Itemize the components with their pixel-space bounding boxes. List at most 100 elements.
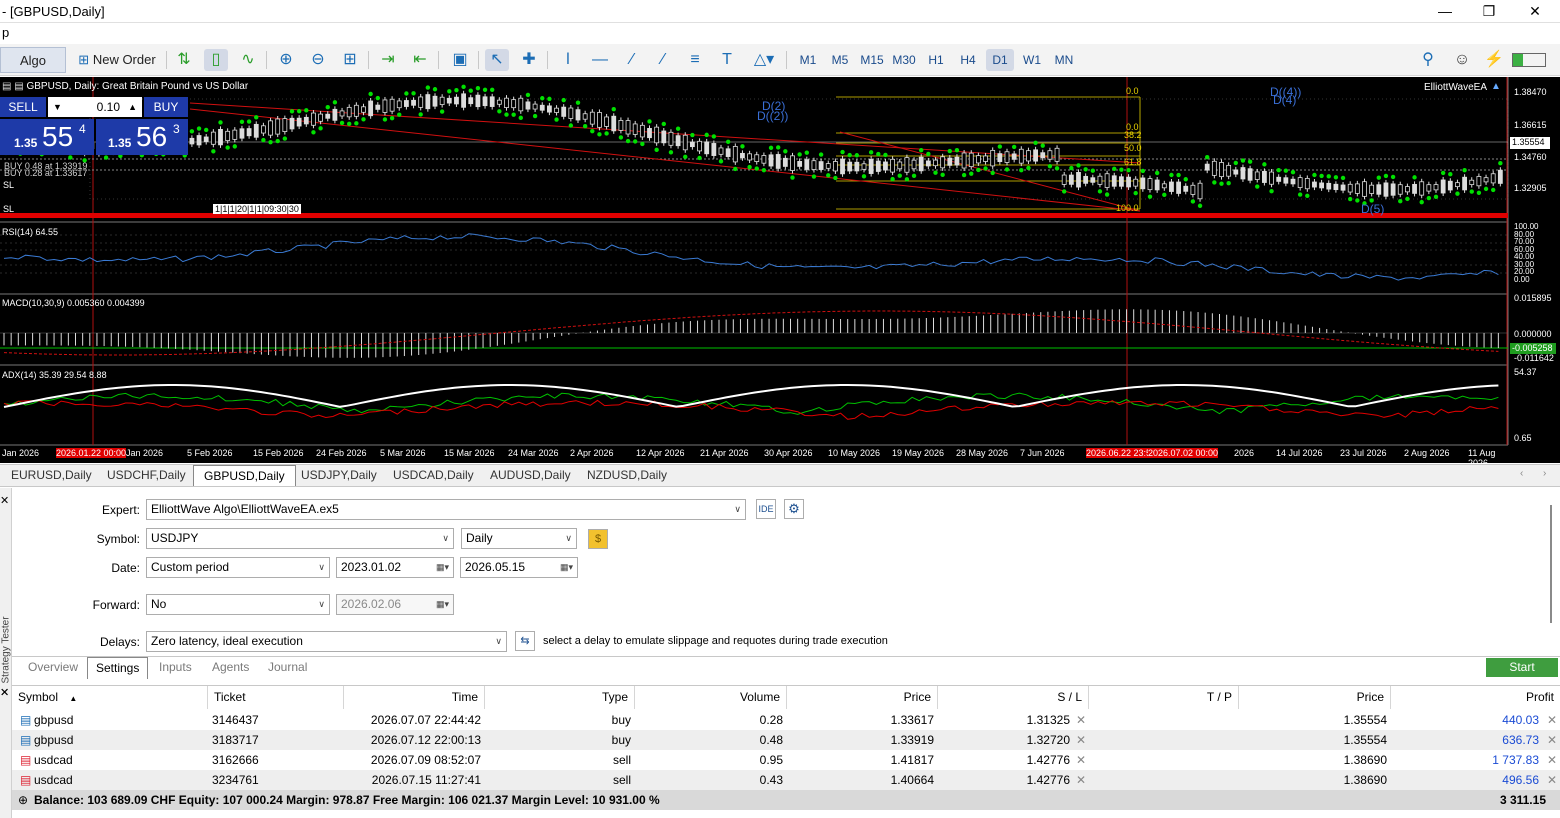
tab-eurusd[interactable]: EURUSD,Daily [11, 468, 92, 482]
new-order-button[interactable]: ⊞ New Order [74, 47, 160, 73]
col-symbol[interactable]: Symbol ▲ [12, 686, 208, 709]
cell-sl[interactable]: 1.31325 [938, 710, 1074, 730]
remove-sl-icon[interactable]: ✕ [1072, 730, 1090, 750]
col-time[interactable]: Time [344, 686, 485, 709]
tab-journal[interactable]: Journal [268, 660, 307, 674]
ide-button[interactable]: IDE [756, 499, 776, 519]
horizontal-line-icon[interactable]: — [588, 49, 612, 71]
tab-settings[interactable]: Settings [87, 657, 149, 679]
start-button[interactable]: Start [1486, 658, 1558, 677]
crosshair-icon[interactable]: ✚ [517, 49, 541, 71]
buy-button[interactable]: BUY [144, 97, 188, 117]
tab-usdchf[interactable]: USDCHF,Daily [107, 468, 186, 482]
cell-sl[interactable]: 1.42776 [938, 770, 1074, 790]
tf-d1[interactable]: D1 [986, 49, 1014, 71]
sliders-icon[interactable]: ⇆ [515, 631, 535, 651]
cell-tp[interactable] [1089, 710, 1239, 730]
forward-select[interactable]: No ∨ [146, 594, 330, 615]
period-select[interactable]: Daily ∨ [461, 528, 577, 549]
close-position-icon[interactable]: ✕ [1543, 750, 1560, 770]
close-panel-icon[interactable]: ✕ [0, 494, 9, 507]
account-icon[interactable]: ☺ [1450, 49, 1474, 71]
fibonacci-icon[interactable]: ≡ [683, 49, 707, 71]
dollar-icon[interactable]: $ [588, 529, 608, 549]
tf-m5[interactable]: M5 [826, 49, 854, 71]
table-row[interactable]: ▤ usdcad 3162666 2026.07.09 08:52:07 sell 0.9… [12, 750, 1560, 770]
cursor-icon[interactable]: ↖ [485, 49, 509, 71]
screenshot-icon[interactable]: ▣ [448, 49, 472, 71]
delays-select[interactable]: Zero latency, ideal execution ∨ [146, 631, 507, 652]
maximize-icon[interactable]: ❐ [1466, 0, 1512, 23]
lot-size-field[interactable]: ▼ 0.10 ▲ [48, 97, 142, 117]
table-row[interactable]: ▤ gbpusd 3146437 2026.07.07 22:44:42 buy 0.28… [12, 710, 1560, 730]
cell-tp[interactable] [1089, 770, 1239, 790]
col-tp[interactable]: T / P [1089, 686, 1239, 709]
tab-usdjpy[interactable]: USDJPY,Daily [301, 468, 377, 482]
zoom-out-icon[interactable]: ⊖ [306, 49, 330, 71]
tab-agents[interactable]: Agents [212, 660, 249, 674]
close-position-icon[interactable]: ✕ [1543, 770, 1560, 790]
table-row[interactable]: ▤ usdcad 3234761 2026.07.15 11:27:41 sell 0.4… [12, 770, 1560, 790]
col-current-price[interactable]: Price [1239, 686, 1391, 709]
tf-h1[interactable]: H1 [922, 49, 950, 71]
cell-sl[interactable]: 1.42776 [938, 750, 1074, 770]
expert-select[interactable]: ElliottWave Algo\ElliottWaveEA.ex5 ∨ [146, 499, 746, 520]
tf-h4[interactable]: H4 [954, 49, 982, 71]
table-row[interactable]: ▤ gbpusd 3183717 2026.07.12 22:00:13 buy 0.48… [12, 730, 1560, 750]
date-to-field[interactable]: 2026.05.15 ▦▾ [460, 557, 578, 578]
tab-overview[interactable]: Overview [28, 660, 78, 674]
tf-w1[interactable]: W1 [1018, 49, 1046, 71]
expand-icon[interactable]: ⊕ [18, 790, 28, 810]
sell-button[interactable]: SELL [0, 97, 46, 117]
close-position-icon[interactable]: ✕ [1543, 710, 1560, 730]
date-from-field[interactable]: 2023.01.02 ▦▾ [336, 557, 454, 578]
remove-sl-icon[interactable]: ✕ [1072, 750, 1090, 770]
remove-sl-icon[interactable]: ✕ [1072, 710, 1090, 730]
zoom-in-icon[interactable]: ⊕ [274, 49, 298, 71]
search-icon[interactable]: ⚲ [1416, 49, 1440, 71]
cell-tp[interactable] [1089, 750, 1239, 770]
scroll-right-icon[interactable]: › [1543, 468, 1546, 479]
tester-scrollbar[interactable] [1547, 505, 1555, 625]
col-sl[interactable]: S / L [938, 686, 1089, 709]
col-type[interactable]: Type [485, 686, 635, 709]
close-panel-icon[interactable]: ✕ [0, 686, 9, 699]
tf-m30[interactable]: M30 [890, 49, 918, 71]
tf-mn[interactable]: MN [1050, 49, 1078, 71]
cell-tp[interactable] [1089, 730, 1239, 750]
trendline-icon[interactable]: ∕ [620, 49, 644, 71]
channel-icon[interactable]: ∕ [651, 49, 675, 71]
date-mode-select[interactable]: Custom period ∨ [146, 557, 330, 578]
remove-sl-icon[interactable]: ✕ [1072, 770, 1090, 790]
chart-window[interactable]: ▤ ▤ GBPUSD, Daily: Great Britain Pound v… [0, 77, 1560, 468]
buy-price-box[interactable]: 1.35 56 3 [96, 119, 188, 155]
menu-item[interactable]: p [2, 25, 9, 40]
scroll-left-icon[interactable]: ‹ [1520, 468, 1523, 479]
line-chart-icon[interactable]: ∿ [236, 49, 260, 71]
candlestick-icon[interactable]: ▯ [204, 49, 228, 71]
col-price[interactable]: Price [787, 686, 938, 709]
sell-price-box[interactable]: 1.35 55 4 [0, 119, 94, 155]
close-position-icon[interactable]: ✕ [1543, 730, 1560, 750]
col-ticket[interactable]: Ticket [208, 686, 344, 709]
symbol-select[interactable]: USDJPY ∨ [146, 528, 454, 549]
vertical-line-icon[interactable]: ǀ [556, 49, 580, 71]
grid-icon[interactable]: ⊞ [338, 49, 362, 71]
tab-audusd[interactable]: AUDUSD,Daily [490, 468, 571, 482]
tf-m15[interactable]: M15 [858, 49, 886, 71]
signal-icon[interactable]: ⚡ [1482, 49, 1506, 71]
tab-nzdusd[interactable]: NZDUSD,Daily [587, 468, 667, 482]
minimize-icon[interactable]: — [1422, 0, 1468, 23]
chart-shift-icon[interactable]: ⇤ [408, 49, 432, 71]
tf-m1[interactable]: M1 [794, 49, 822, 71]
text-icon[interactable]: T [715, 49, 739, 71]
tab-inputs[interactable]: Inputs [159, 660, 192, 674]
tab-usdcad[interactable]: USDCAD,Daily [393, 468, 474, 482]
cell-sl[interactable]: 1.32720 [938, 730, 1074, 750]
col-profit[interactable]: Profit [1391, 686, 1560, 709]
autoscroll-icon[interactable]: ⇥ [376, 49, 400, 71]
shapes-icon[interactable]: △▾ [748, 49, 780, 71]
close-icon[interactable]: ✕ [1512, 0, 1558, 23]
algo-trading-button[interactable]: Algo Trading [0, 47, 66, 94]
col-volume[interactable]: Volume [635, 686, 787, 709]
